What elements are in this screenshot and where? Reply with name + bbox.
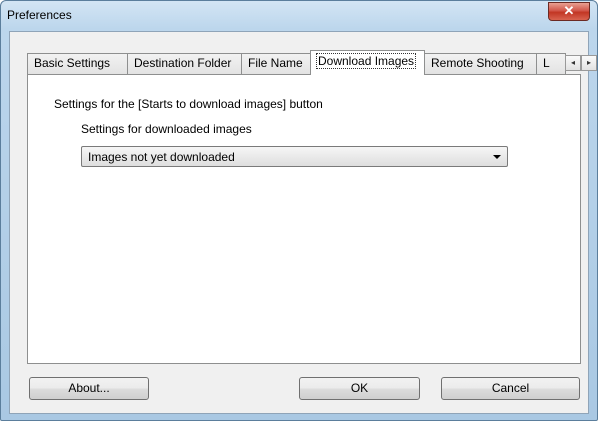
close-button[interactable]: ✕ [548, 2, 590, 21]
close-icon: ✕ [563, 3, 575, 18]
tab-truncated[interactable]: L [536, 53, 566, 74]
downloaded-images-select[interactable]: Images not yet downloaded [81, 146, 508, 167]
arrow-right-icon: ▸ [586, 58, 591, 67]
ok-button[interactable]: OK [299, 377, 420, 400]
tab-remote-shooting[interactable]: Remote Shooting [424, 53, 537, 74]
chevron-down-icon [493, 155, 501, 159]
dialog-client-area: Basic Settings Destination Folder File N… [9, 31, 597, 414]
section-label: Settings for the [Starts to download ima… [54, 97, 323, 111]
tab-strip: Basic Settings Destination Folder File N… [27, 50, 597, 75]
tab-scroll-left-button[interactable]: ◂ [565, 55, 581, 71]
tab-scroll-arrows: ◂ ▸ [565, 55, 597, 71]
about-button[interactable]: About... [29, 377, 149, 400]
tab-scroll-right-button[interactable]: ▸ [581, 55, 597, 71]
arrow-left-icon: ◂ [570, 58, 575, 67]
preferences-window: Preferences ✕ Basic Settings Destination… [0, 0, 598, 421]
tab-file-name[interactable]: File Name [241, 53, 311, 74]
title-bar[interactable]: Preferences ✕ [1, 1, 597, 31]
select-value: Images not yet downloaded [88, 150, 235, 164]
tab-download-images[interactable]: Download Images [310, 50, 425, 75]
tab-destination-folder[interactable]: Destination Folder [127, 53, 242, 74]
tab-basic-settings[interactable]: Basic Settings [27, 53, 128, 74]
window-title: Preferences [7, 8, 72, 22]
downloaded-images-label: Settings for downloaded images [81, 122, 252, 136]
cancel-button[interactable]: Cancel [441, 377, 580, 400]
download-images-panel: Settings for the [Starts to download ima… [27, 74, 581, 364]
